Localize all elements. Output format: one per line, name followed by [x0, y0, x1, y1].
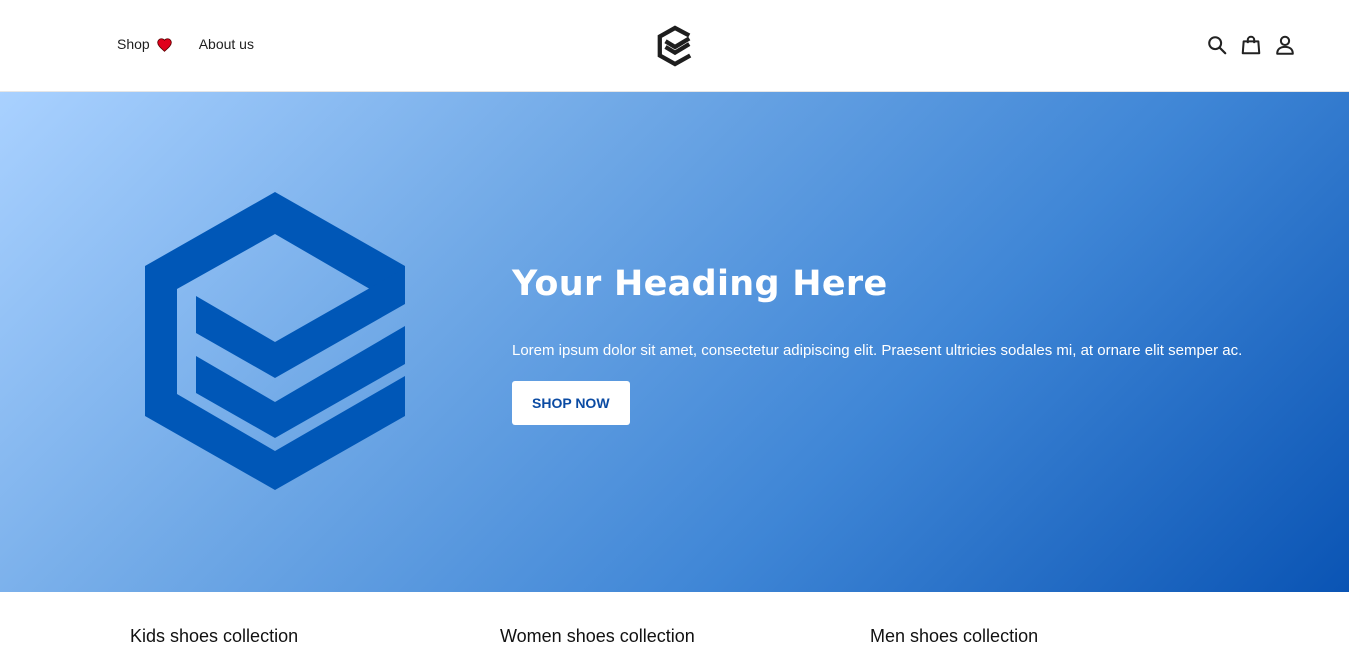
- user-icon[interactable]: [1274, 34, 1296, 56]
- header-actions: [1194, 34, 1296, 56]
- search-icon[interactable]: [1206, 34, 1228, 56]
- nav-link-about-us[interactable]: About us: [199, 36, 254, 52]
- brand-logo-icon[interactable]: [656, 25, 694, 67]
- page-scrollbar[interactable]: [1349, 0, 1366, 643]
- heart-icon: [156, 37, 172, 52]
- site-header: Shop About us: [0, 0, 1366, 92]
- shopping-bag-icon[interactable]: [1240, 34, 1262, 56]
- hero-heading: Your Heading Here: [512, 264, 888, 304]
- hero-banner: Your Heading Here Lorem ipsum dolor sit …: [0, 92, 1349, 592]
- collection-title-kids[interactable]: Kids shoes collection: [130, 626, 298, 647]
- collections-section: Kids shoes collection Women shoes collec…: [0, 592, 1349, 646]
- collection-title-women[interactable]: Women shoes collection: [500, 626, 695, 647]
- primary-nav: Shop About us: [117, 36, 254, 52]
- hero-description: Lorem ipsum dolor sit amet, consectetur …: [512, 342, 1243, 359]
- hero-brand-logo-icon: [145, 192, 405, 490]
- nav-link-shop-label: Shop: [117, 36, 150, 52]
- hero-content: Your Heading Here Lorem ipsum dolor sit …: [512, 264, 1312, 425]
- collection-title-men[interactable]: Men shoes collection: [870, 626, 1038, 647]
- shop-now-button[interactable]: SHOP NOW: [512, 381, 630, 425]
- nav-link-shop[interactable]: Shop: [117, 36, 173, 52]
